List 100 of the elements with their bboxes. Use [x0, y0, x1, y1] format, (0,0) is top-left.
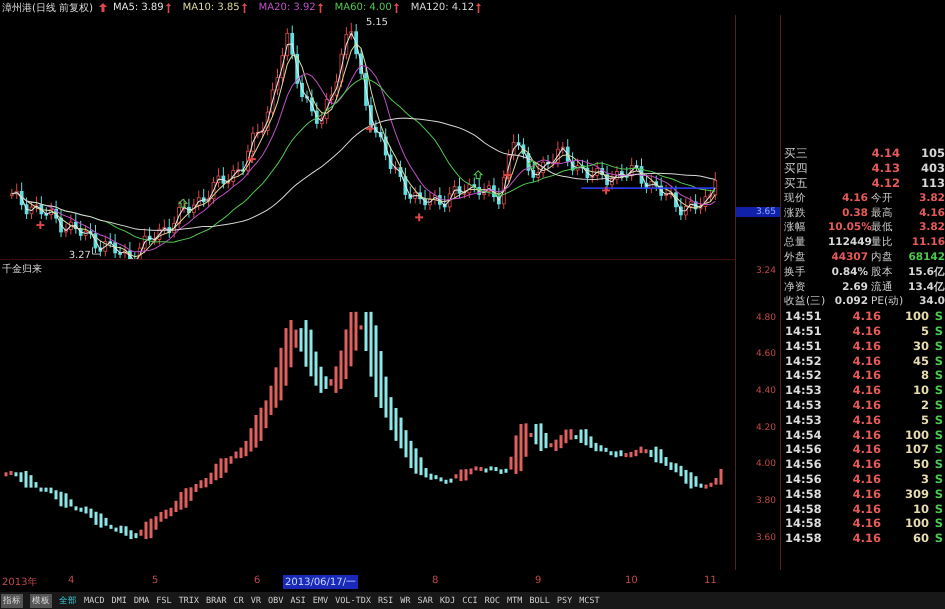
indicator-tab[interactable]: PSY — [556, 596, 572, 606]
trade-volume: 10 — [912, 383, 929, 398]
indicator-tab[interactable]: ROC — [484, 596, 500, 606]
trade-price: 4.16 — [852, 354, 881, 368]
quote-label: 量比 — [871, 235, 894, 250]
indicator-tab[interactable]: 全部 — [59, 594, 77, 606]
trade-time: 14:58 — [784, 531, 823, 546]
trade-side: S — [934, 428, 943, 442]
date-axis-label: 2013年 — [1, 576, 38, 589]
trade-time: 14:58 — [784, 516, 823, 530]
bid-level-label: 买三 — [783, 146, 809, 161]
indicator-tab[interactable]: MACD — [84, 596, 104, 606]
trade-side: S — [934, 502, 943, 516]
indicator-tab[interactable]: SAR — [418, 596, 433, 606]
trade-time: 14:58 — [784, 502, 823, 516]
trade-price: 4.16 — [852, 486, 881, 501]
indicator-axis-label: 4.20 — [756, 423, 776, 433]
quote-value: 15.6亿 — [907, 264, 945, 279]
trade-time: 14:56 — [784, 457, 823, 472]
indicator-axis-label: 4.00 — [756, 459, 776, 469]
date-axis-label: 2013/06/17/一 — [283, 575, 358, 589]
quote-label: 涨跌 — [783, 206, 807, 220]
quote-label: 内盘 — [870, 250, 894, 264]
indicator-tab[interactable]: MTM — [506, 596, 522, 606]
toolbar-button[interactable]: 模板 — [30, 594, 52, 608]
trade-price: 4.16 — [852, 383, 881, 398]
trade-side: S — [934, 531, 943, 546]
quote-value: 34.0 — [918, 295, 945, 308]
moving-average-value: MA5: 3.89 — [112, 2, 164, 13]
trade-time: 14:51 — [784, 338, 823, 353]
quote-label: 总量 — [783, 235, 807, 250]
trade-side: S — [934, 338, 943, 353]
quote-label: 最高 — [870, 206, 894, 220]
trade-volume: 309 — [904, 486, 929, 501]
trade-time: 14:53 — [784, 412, 823, 427]
indicator-tab[interactable]: BRAR — [206, 596, 227, 606]
indicator-tab[interactable]: DMI — [111, 596, 127, 606]
quote-value: 0.092 — [834, 295, 868, 308]
bid-level-label: 买五 — [783, 176, 809, 190]
trade-volume: 100 — [904, 516, 929, 530]
trade-price: 4.16 — [852, 368, 881, 382]
indicator-tab[interactable]: FSL — [156, 596, 172, 606]
indicator-tab[interactable]: TRIX — [178, 596, 200, 606]
trade-side: S — [934, 368, 943, 382]
trade-time: 14:52 — [784, 368, 823, 382]
quote-label: 外盘 — [783, 250, 807, 264]
trade-volume: 3 — [920, 472, 929, 486]
quote-value: 2.69 — [841, 280, 868, 293]
trade-time: 14:56 — [784, 442, 823, 456]
indicator-tab[interactable]: ASI — [290, 596, 306, 606]
quote-value: 4.16 — [841, 192, 868, 204]
trade-time: 14:51 — [784, 324, 823, 338]
quote-value: 0.84% — [830, 266, 868, 278]
trade-volume: 45 — [912, 354, 929, 368]
chart-title: 漳州港(日线 前复权) — [2, 2, 93, 14]
toolbar-button[interactable]: 指标 — [1, 594, 23, 608]
trade-price: 4.16 — [852, 412, 881, 427]
trade-volume: 8 — [920, 368, 929, 382]
indicator-tab[interactable]: OBV — [268, 596, 284, 606]
low-price-label: 3.27 — [68, 250, 91, 259]
quote-label: 换手 — [783, 264, 807, 279]
bid-volume: 403 — [920, 161, 945, 176]
trade-volume: 30 — [912, 338, 929, 353]
trade-price: 4.16 — [852, 472, 881, 486]
indicator-tab[interactable]: VR — [250, 596, 262, 606]
trade-side: S — [934, 324, 943, 338]
indicator-tab[interactable]: WR — [400, 596, 411, 606]
trade-volume: 5 — [920, 324, 929, 338]
indicator-tab[interactable]: CR — [234, 596, 244, 606]
indicator-tab[interactable]: VOL-TDX — [335, 596, 371, 606]
indicator-axis-label: 4.40 — [756, 386, 776, 396]
trade-price: 4.16 — [852, 428, 881, 442]
indicator-tab[interactable]: EMV — [312, 596, 328, 606]
bid-price: 4.14 — [870, 146, 900, 160]
indicator-tab[interactable]: DMA — [134, 596, 150, 606]
high-price-label: 5.15 — [366, 16, 388, 28]
indicator-axis-label: 4.60 — [756, 349, 776, 359]
trade-price: 4.16 — [852, 502, 881, 516]
indicator-tab[interactable]: MCST — [579, 596, 600, 606]
date-axis-label: 10 — [624, 575, 639, 586]
indicator-tab[interactable]: BOLL — [529, 596, 550, 606]
moving-average-value: MA20: 3.92 — [258, 2, 316, 13]
indicator-tab[interactable]: RSI — [378, 596, 394, 606]
quote-label: 最低 — [871, 220, 894, 234]
trade-time: 14:53 — [784, 383, 823, 398]
moving-average-value: MA120: 4.12 — [410, 2, 474, 13]
indicator-tab[interactable]: CCI — [462, 596, 478, 606]
trade-side: S — [934, 354, 943, 368]
bid-level-label: 买四 — [783, 160, 809, 176]
moving-average-value: MA10: 3.85 — [182, 2, 240, 13]
trade-price: 4.16 — [852, 531, 881, 546]
trade-side: S — [934, 457, 943, 472]
indicator-tab[interactable]: KDJ — [440, 596, 456, 606]
date-axis-label: 5 — [151, 575, 160, 586]
quote-value: 0.38 — [841, 206, 868, 219]
trade-price: 4.16 — [852, 338, 881, 353]
quote-value: 68142 — [907, 250, 945, 263]
quote-value: 3.82 — [918, 192, 945, 204]
trade-volume: 100 — [904, 428, 929, 442]
moving-average-value: MA60: 4.00 — [334, 2, 392, 13]
